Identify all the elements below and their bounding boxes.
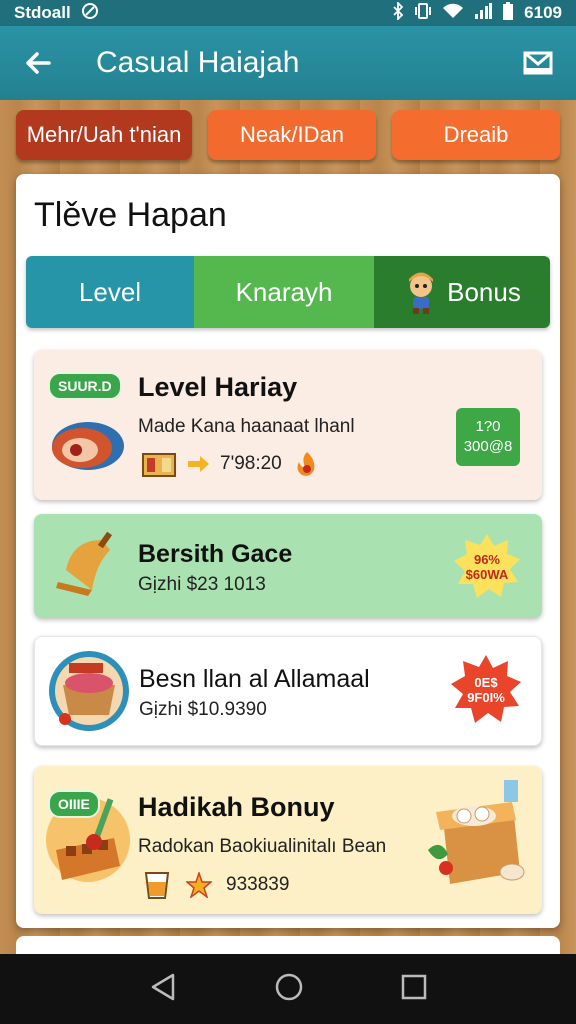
inbox-button[interactable] xyxy=(520,45,556,81)
card-title: Besn llan al Allamaal xyxy=(139,665,370,693)
gift-box-icon xyxy=(428,780,525,884)
arrow-left-icon xyxy=(26,52,51,74)
tab-level[interactable]: Level xyxy=(26,256,194,328)
drink-cup-icon xyxy=(144,872,170,899)
card-subtitle: Made Kana haanaat lhanl xyxy=(138,416,355,437)
list-item[interactable]: SUUR.D Level Hariay Made Kana haanaat lh… xyxy=(34,350,542,500)
signal-icon xyxy=(474,2,493,24)
nav-home-button[interactable] xyxy=(274,972,304,1007)
flame-icon xyxy=(297,452,315,476)
chip-category-3[interactable]: Dreaib xyxy=(392,110,560,160)
clock-time: 6109 xyxy=(524,3,562,22)
list-item[interactable]: OIIIE Hadikah Bonuy Radokan Baokiualinit… xyxy=(34,766,542,914)
reward-box-bottom: 300@8 xyxy=(463,438,513,455)
inbox-icon xyxy=(523,51,553,75)
star-icon xyxy=(186,872,212,898)
timer-value: 7'98:20 xyxy=(220,453,282,474)
card-subtitle: Gịzhi $10.9390 xyxy=(139,699,267,720)
reward-box-top: 1?0 xyxy=(475,418,501,435)
card-subtitle: Gịzhi $23 1013 xyxy=(138,574,266,595)
nav-back-button[interactable] xyxy=(149,972,177,1007)
food-roll-icon xyxy=(52,422,124,470)
carrier-label: Stdoall xyxy=(14,3,71,22)
tab-knarayh[interactable]: Knarayh xyxy=(194,256,374,328)
card-meta-value: 933839 xyxy=(226,874,290,895)
wifi-icon xyxy=(442,3,464,24)
card-subtitle: Radokan Baokiualinitalı Bean xyxy=(138,836,387,857)
page-title: Tlěve Hapan xyxy=(34,196,227,234)
crate-icon xyxy=(142,453,176,477)
bluetooth-icon xyxy=(392,0,404,25)
sync-icon xyxy=(81,2,99,25)
status-badge: OIIIE xyxy=(48,790,100,818)
nav-recents-button[interactable] xyxy=(401,974,427,1005)
card-meta-row: 7'98:20 xyxy=(142,450,322,478)
discount-bottom: 9F0I% xyxy=(467,690,505,705)
circle-home-icon xyxy=(275,973,303,1000)
discount-top: 0E$ xyxy=(474,675,498,690)
card-meta-row: 933839 xyxy=(142,870,289,900)
tab-bar: Level Knarayh Bonus xyxy=(26,256,550,328)
chip-category-2[interactable]: Neak/IDan xyxy=(208,110,376,160)
tab-bonus-label: Bonus xyxy=(447,276,521,307)
square-recents-icon xyxy=(402,974,427,999)
battery-icon xyxy=(502,1,514,25)
arrow-right-icon xyxy=(188,456,209,472)
bell-icon xyxy=(56,531,113,596)
card-title: Level Hariay xyxy=(138,372,298,402)
back-button[interactable] xyxy=(20,45,56,81)
status-bar: Stdoall 6109 xyxy=(0,0,576,26)
app-bar: Casual Haiajah xyxy=(0,26,576,100)
discount-bottom: $60WA xyxy=(465,567,509,582)
vibrate-icon xyxy=(414,2,432,24)
list-item[interactable]: Besn llan al Allamaal Gịzhi $10.9390 0E$… xyxy=(34,636,542,746)
mascot-icon xyxy=(409,272,434,314)
main-panel: Tlěve Hapan Level Knarayh Bonus SUUR.D L… xyxy=(16,174,560,928)
reward-box[interactable]: 1?0 300@8 xyxy=(456,408,520,466)
triangle-back-icon xyxy=(151,973,174,1000)
top-category-chips: Mehr/Uah t'nian Neak/IDan Dreaib xyxy=(16,110,560,160)
discount-badge: 0E$ 9F0I% xyxy=(449,653,523,727)
card-title: Bersith Gace xyxy=(138,540,293,568)
tab-bonus[interactable]: Bonus xyxy=(374,256,550,328)
status-badge: SUUR.D xyxy=(48,372,122,400)
discount-top: 96% xyxy=(473,552,500,567)
list-item[interactable]: Bersith Gace Gịzhi $23 1013 96% $60WA xyxy=(34,514,542,618)
card-title: Hadikah Bonuy xyxy=(138,792,335,822)
basket-icon xyxy=(49,651,129,731)
system-nav-bar xyxy=(0,954,576,1024)
chip-category-1[interactable]: Mehr/Uah t'nian xyxy=(16,110,192,160)
app-title: Casual Haiajah xyxy=(96,46,300,79)
discount-badge: 96% $60WA xyxy=(452,532,522,602)
